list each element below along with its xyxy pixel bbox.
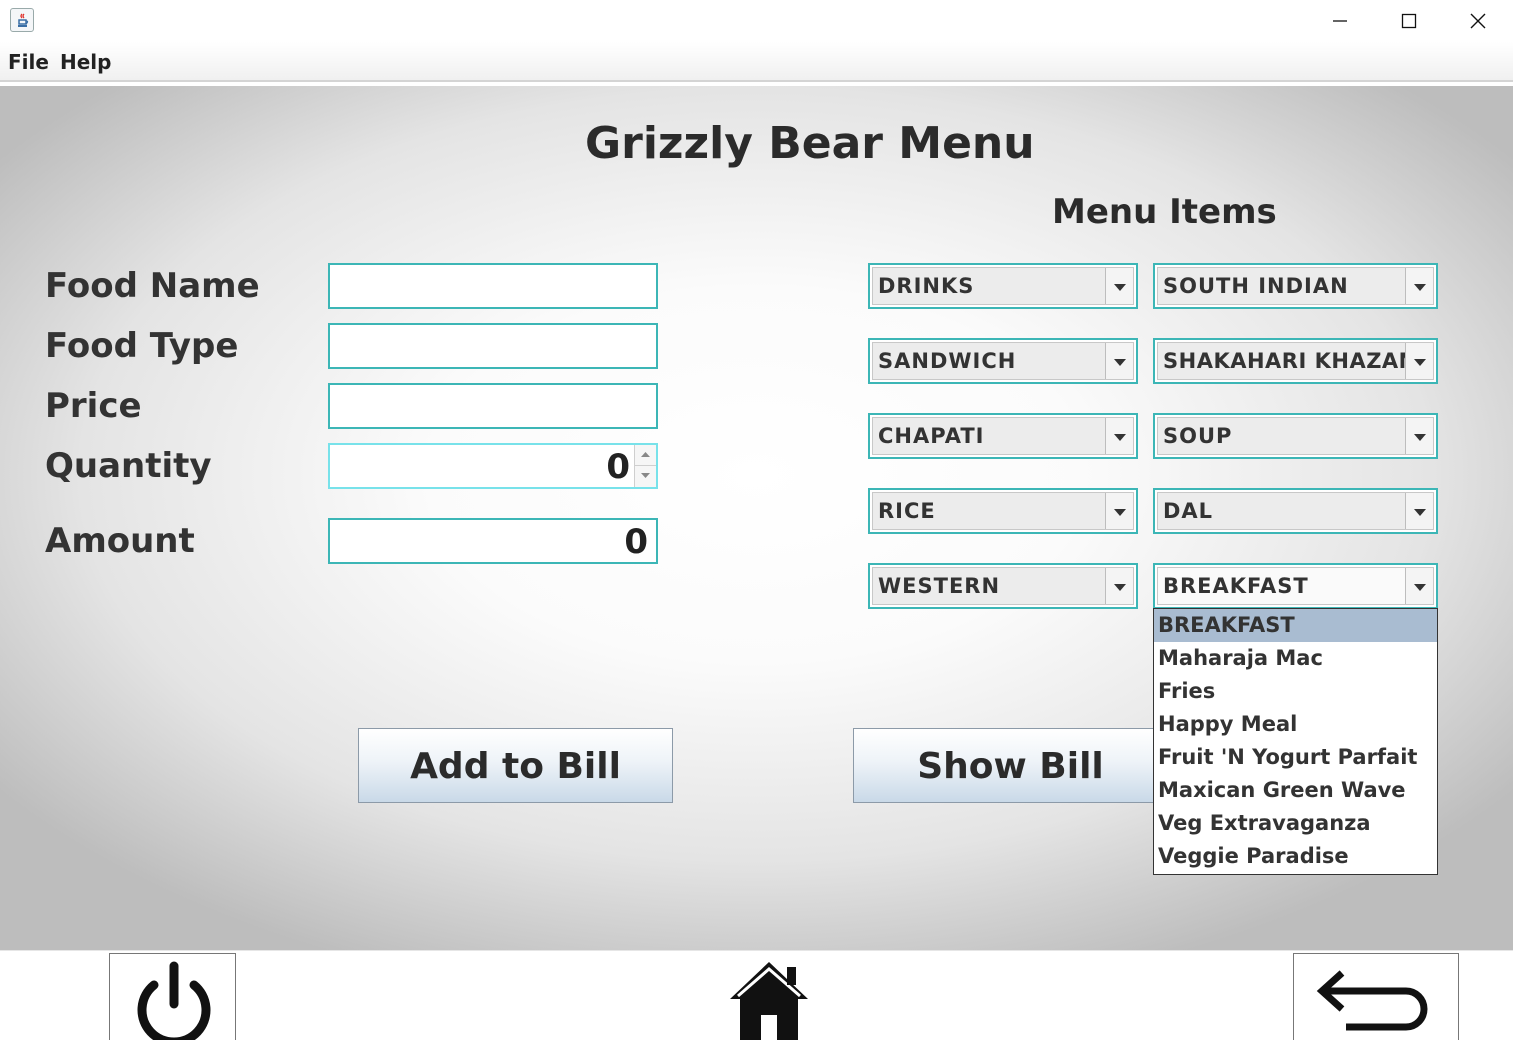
combo-dal[interactable]: DAL (1153, 488, 1438, 534)
dropdown-arrow-button[interactable] (1105, 568, 1133, 604)
list-item[interactable]: Maxican Green Wave (1154, 774, 1437, 807)
chevron-down-icon (1114, 284, 1126, 291)
chevron-down-icon (1414, 584, 1426, 591)
chevron-down-icon (1414, 434, 1426, 441)
dropdown-arrow-button[interactable] (1105, 493, 1133, 529)
combo-label: SHAKAHARI KHAZANA (1163, 349, 1434, 373)
combo-label: SANDWICH (878, 349, 1017, 373)
chevron-down-icon (1114, 434, 1126, 441)
back-button[interactable] (1293, 953, 1459, 1040)
list-item[interactable]: Maharaja Mac (1154, 642, 1437, 675)
dropdown-arrow-button[interactable] (1105, 418, 1133, 454)
combo-shakahari-khazana[interactable]: SHAKAHARI KHAZANA (1153, 338, 1438, 384)
food-type-label: Food Type (45, 326, 239, 366)
maximize-icon (1401, 13, 1417, 29)
combo-chapati[interactable]: CHAPATI (868, 413, 1138, 459)
java-app-icon (10, 8, 34, 32)
dropdown-arrow-button[interactable] (1405, 268, 1433, 304)
combo-label: SOUP (1163, 424, 1233, 448)
chevron-down-icon (1114, 359, 1126, 366)
dropdown-arrow-button[interactable] (1405, 568, 1433, 604)
menu-bar: File Help (0, 42, 1513, 82)
dropdown-arrow-button[interactable] (1405, 493, 1433, 529)
main-panel: Grizzly Bear Menu Menu Items Food Name F… (0, 86, 1513, 950)
food-name-field[interactable] (328, 263, 658, 309)
maximize-button[interactable] (1374, 0, 1444, 42)
close-button[interactable] (1443, 0, 1513, 42)
food-name-label: Food Name (45, 266, 260, 306)
menu-help[interactable]: Help (60, 50, 111, 74)
spinner-up-button[interactable] (635, 445, 656, 466)
add-to-bill-button[interactable]: Add to Bill (358, 728, 673, 803)
page-title: Grizzly Bear Menu (585, 118, 1035, 169)
combo-soup[interactable]: SOUP (1153, 413, 1438, 459)
caret-up-icon (641, 452, 650, 457)
list-item[interactable]: Veg Extravaganza (1154, 807, 1437, 840)
home-button[interactable] (727, 959, 811, 1040)
combo-label: DAL (1163, 499, 1214, 523)
list-item[interactable]: Fruit 'N Yogurt Parfait (1154, 741, 1437, 774)
amount-field[interactable]: 0 (328, 518, 658, 564)
price-field[interactable] (328, 383, 658, 429)
combo-rice[interactable]: RICE (868, 488, 1138, 534)
combo-label: BREAKFAST (1163, 574, 1309, 598)
amount-label: Amount (45, 521, 195, 561)
quantity-value: 0 (606, 447, 630, 487)
list-item[interactable]: BREAKFAST (1154, 609, 1437, 642)
caret-down-icon (641, 473, 650, 478)
combo-label: RICE (878, 499, 936, 523)
spinner-buttons (634, 445, 656, 487)
price-label: Price (45, 386, 142, 426)
back-arrow-icon (1316, 970, 1428, 1031)
dropdown-arrow-button[interactable] (1405, 343, 1433, 379)
minimize-button[interactable] (1305, 0, 1375, 42)
combo-label: CHAPATI (878, 424, 985, 448)
quantity-label: Quantity (45, 446, 212, 486)
dropdown-arrow-button[interactable] (1105, 268, 1133, 304)
combo-label: DRINKS (878, 274, 975, 298)
show-bill-label: Show Bill (917, 746, 1104, 787)
spinner-down-button[interactable] (635, 466, 656, 487)
menu-items-heading: Menu Items (1052, 192, 1277, 232)
combo-label: SOUTH INDIAN (1163, 274, 1349, 298)
combo-label: WESTERN (878, 574, 1001, 598)
combo-drinks[interactable]: DRINKS (868, 263, 1138, 309)
show-bill-button[interactable]: Show Bill (853, 728, 1168, 803)
power-icon (137, 961, 211, 1040)
menu-file[interactable]: File (8, 50, 49, 74)
list-item[interactable]: Happy Meal (1154, 708, 1437, 741)
chevron-down-icon (1414, 284, 1426, 291)
combo-south-indian[interactable]: SOUTH INDIAN (1153, 263, 1438, 309)
list-item[interactable]: Fries (1154, 675, 1437, 708)
minimize-icon (1333, 20, 1347, 22)
close-icon (1470, 13, 1486, 29)
chevron-down-icon (1414, 359, 1426, 366)
bottom-toolbar (0, 950, 1513, 1040)
chevron-down-icon (1414, 509, 1426, 516)
combo-breakfast[interactable]: BREAKFAST (1153, 563, 1438, 609)
quantity-spinner[interactable]: 0 (328, 443, 658, 489)
chevron-down-icon (1114, 509, 1126, 516)
dropdown-arrow-button[interactable] (1405, 418, 1433, 454)
combo-sandwich[interactable]: SANDWICH (868, 338, 1138, 384)
chevron-down-icon (1114, 584, 1126, 591)
dropdown-arrow-button[interactable] (1105, 343, 1133, 379)
window-titlebar (0, 0, 1513, 42)
food-type-field[interactable] (328, 323, 658, 369)
amount-value: 0 (624, 522, 648, 562)
add-to-bill-label: Add to Bill (410, 746, 621, 787)
power-button[interactable] (109, 953, 236, 1040)
combo-western[interactable]: WESTERN (868, 563, 1138, 609)
home-icon (730, 962, 808, 1040)
list-item[interactable]: Veggie Paradise (1154, 840, 1437, 873)
breakfast-dropdown-list: BREAKFAST Maharaja Mac Fries Happy Meal … (1153, 608, 1438, 875)
